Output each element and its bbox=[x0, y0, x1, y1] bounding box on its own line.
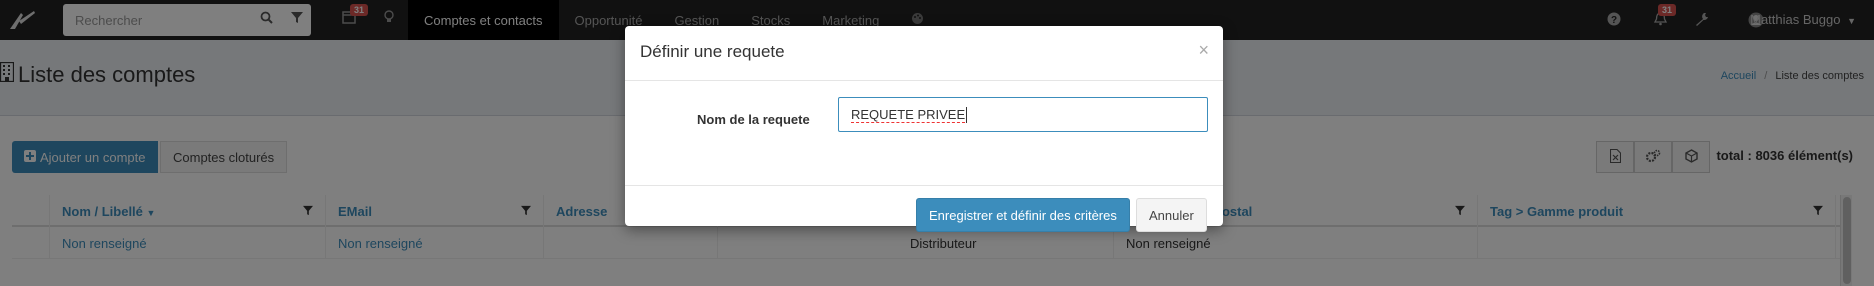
define-query-dialog: Définir une requete × Nom de la requete … bbox=[625, 26, 1223, 232]
modal-footer: Enregistrer et définir des critères Annu… bbox=[625, 186, 1223, 232]
query-name-label: Nom de la requete bbox=[697, 112, 810, 127]
query-name-value: REQUETE PRIVEE bbox=[851, 106, 966, 123]
modal-title: Définir une requete bbox=[640, 42, 785, 61]
cancel-button[interactable]: Annuler bbox=[1136, 198, 1207, 232]
modal-body: Nom de la requete REQUETE PRIVEE bbox=[625, 81, 1223, 186]
save-and-define-criteria-button[interactable]: Enregistrer et définir des critères bbox=[916, 198, 1130, 232]
text-cursor bbox=[966, 106, 968, 123]
close-icon[interactable]: × bbox=[1198, 40, 1209, 61]
query-name-input[interactable]: REQUETE PRIVEE bbox=[838, 97, 1208, 132]
modal-header: Définir une requete × bbox=[625, 26, 1223, 81]
